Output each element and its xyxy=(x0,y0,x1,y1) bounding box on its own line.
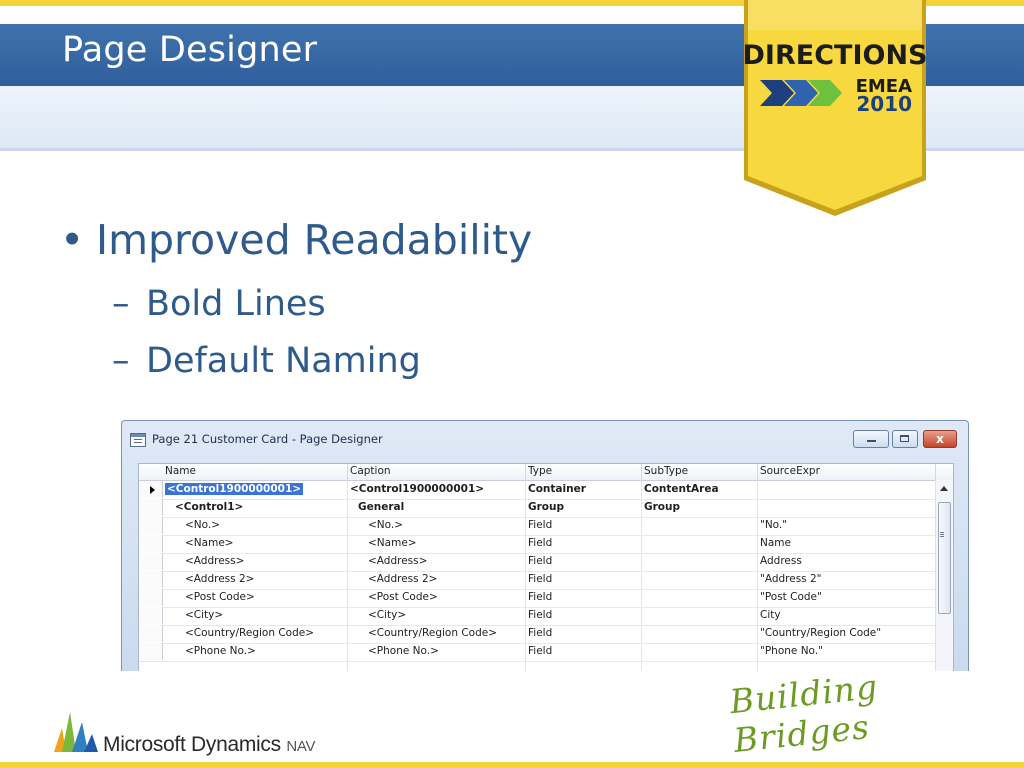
bullet-dash-icon: – xyxy=(112,341,130,381)
row-selector[interactable] xyxy=(140,607,163,624)
row-selector[interactable] xyxy=(140,625,163,642)
cell-name[interactable]: <Phone No.> xyxy=(185,645,256,657)
cell-type[interactable]: Field xyxy=(528,609,552,621)
cell-caption[interactable]: <Name> xyxy=(368,537,417,549)
cell-caption[interactable]: <Address> xyxy=(368,555,427,567)
current-row-arrow-icon xyxy=(150,486,155,494)
cell-type[interactable]: Field xyxy=(528,519,552,531)
table-row[interactable]: <City> <City> Field City xyxy=(139,607,935,626)
bullet-dash-icon: – xyxy=(112,284,130,324)
table-row[interactable]: <Country/Region Code> <Country/Region Cod… xyxy=(139,625,935,644)
bullet-main-text: Improved Readability xyxy=(96,216,533,264)
cell-subtype[interactable]: ContentArea xyxy=(644,483,719,495)
cell-name[interactable]: <Control1900000001> xyxy=(163,482,305,496)
cell-sourceexpr[interactable]: "Address 2" xyxy=(760,573,822,585)
cell-sourceexpr[interactable]: Address xyxy=(760,555,802,567)
cell-sourceexpr[interactable]: City xyxy=(760,609,781,621)
cell-sourceexpr[interactable]: "No." xyxy=(760,519,787,531)
cell-name[interactable]: <Country/Region Code> xyxy=(185,627,314,639)
scroll-grip-icon xyxy=(940,532,944,533)
table-row[interactable]: <Address> <Address> Field Address xyxy=(139,553,935,572)
cell-name[interactable]: <No.> xyxy=(185,519,220,531)
close-icon: x xyxy=(936,432,944,446)
cell-type[interactable]: Field xyxy=(528,537,552,549)
table-row[interactable]: <Phone No.> <Phone No.> Field "Phone No." xyxy=(139,643,935,662)
table-row[interactable]: <Control1> General Group Group xyxy=(139,499,935,518)
cell-type[interactable]: Field xyxy=(528,555,552,567)
dynamics-logo-icon xyxy=(54,712,98,752)
cell-caption[interactable]: <No.> xyxy=(368,519,403,531)
cell-subtype[interactable]: Group xyxy=(644,501,680,513)
grid-header: Name Caption Type SubType SourceExpr xyxy=(139,464,953,481)
brand-suffix: NAV xyxy=(286,738,316,755)
microsoft-dynamics-logo: Microsoft Dynamics NAV xyxy=(103,733,315,757)
column-header-name[interactable]: Name xyxy=(165,465,196,477)
cell-name[interactable]: <City> xyxy=(185,609,223,621)
window-titlebar[interactable]: Page 21 Customer Card - Page Designer x xyxy=(122,421,968,457)
brand-name: Microsoft Dynamics xyxy=(103,733,281,756)
maximize-button[interactable] xyxy=(892,430,918,448)
bullet-sub-text: Default Naming xyxy=(146,341,421,381)
close-button[interactable]: x xyxy=(923,430,957,448)
cell-caption[interactable]: <Phone No.> xyxy=(368,645,439,657)
cell-name[interactable]: <Address 2> xyxy=(185,573,254,585)
bullet-sub: – Default Naming xyxy=(112,341,421,381)
cell-type[interactable]: Field xyxy=(528,645,552,657)
column-header-type[interactable]: Type xyxy=(528,465,552,477)
table-row[interactable]: <Post Code> <Post Code> Field "Post Code" xyxy=(139,589,935,608)
cell-name[interactable]: <Name> xyxy=(185,537,234,549)
row-selector[interactable] xyxy=(140,517,163,534)
vertical-scrollbar[interactable] xyxy=(935,480,953,671)
row-selector[interactable] xyxy=(140,481,163,498)
cell-sourceexpr[interactable]: Name xyxy=(760,537,791,549)
table-row[interactable]: <No.> <No.> Field "No." xyxy=(139,517,935,536)
badge-title: DIRECTIONS xyxy=(743,40,928,71)
cell-sourceexpr[interactable]: "Post Code" xyxy=(760,591,822,603)
cell-type[interactable]: Field xyxy=(528,627,552,639)
cell-caption[interactable]: <Address 2> xyxy=(368,573,437,585)
bullet-dot-icon: • xyxy=(60,216,85,264)
row-selector[interactable] xyxy=(140,499,163,516)
cell-caption[interactable]: <Post Code> xyxy=(368,591,438,603)
row-selector[interactable] xyxy=(140,571,163,588)
cell-type[interactable]: Group xyxy=(528,501,564,513)
column-header-subtype[interactable]: SubType xyxy=(644,465,688,477)
bullet-sub-text: Bold Lines xyxy=(146,284,326,324)
cell-caption[interactable]: <Country/Region Code> xyxy=(368,627,497,639)
cell-name[interactable]: <Control1> xyxy=(175,501,243,513)
row-selector[interactable] xyxy=(140,589,163,606)
table-row[interactable]: <Address 2> <Address 2> Field "Address 2" xyxy=(139,571,935,590)
cell-type[interactable]: Field xyxy=(528,573,552,585)
scroll-thumb[interactable] xyxy=(938,502,951,614)
column-header-caption[interactable]: Caption xyxy=(350,465,391,477)
cell-name[interactable]: <Address> xyxy=(185,555,244,567)
row-selector[interactable] xyxy=(140,535,163,552)
cell-sourceexpr[interactable]: "Phone No." xyxy=(760,645,823,657)
bullet-main: • Improved Readability xyxy=(60,216,532,264)
cell-sourceexpr[interactable]: "Country/Region Code" xyxy=(760,627,881,639)
column-header-sourceexpr[interactable]: SourceExpr xyxy=(760,465,820,477)
minimize-button[interactable] xyxy=(853,430,889,448)
table-row[interactable]: <Control1900000001> <Control1900000001> Co… xyxy=(139,481,935,500)
slide-title: Page Designer xyxy=(62,30,318,70)
designer-grid: Name Caption Type SubType SourceExpr <Co… xyxy=(138,463,954,671)
scroll-up-arrow-icon[interactable] xyxy=(940,486,948,491)
row-selector[interactable] xyxy=(140,643,163,660)
badge-year: 2010 xyxy=(856,92,912,116)
directions-badge: DIRECTIONS EMEA 2010 xyxy=(743,0,928,216)
cell-caption[interactable]: <Control1900000001> xyxy=(350,483,484,495)
table-row[interactable]: <Name> <Name> Field Name xyxy=(139,535,935,554)
cell-type[interactable]: Container xyxy=(528,483,586,495)
bullet-sub: – Bold Lines xyxy=(112,284,326,324)
cell-caption[interactable]: <City> xyxy=(368,609,406,621)
window-title: Page 21 Customer Card - Page Designer xyxy=(152,432,383,446)
bottom-accent-stripe xyxy=(0,762,1024,768)
cell-name[interactable]: <Post Code> xyxy=(185,591,255,603)
window-table-icon xyxy=(130,433,146,447)
cell-caption[interactable]: General xyxy=(358,501,404,513)
page-designer-window: Page 21 Customer Card - Page Designer x … xyxy=(121,420,969,671)
row-selector[interactable] xyxy=(140,553,163,570)
cell-type[interactable]: Field xyxy=(528,591,552,603)
